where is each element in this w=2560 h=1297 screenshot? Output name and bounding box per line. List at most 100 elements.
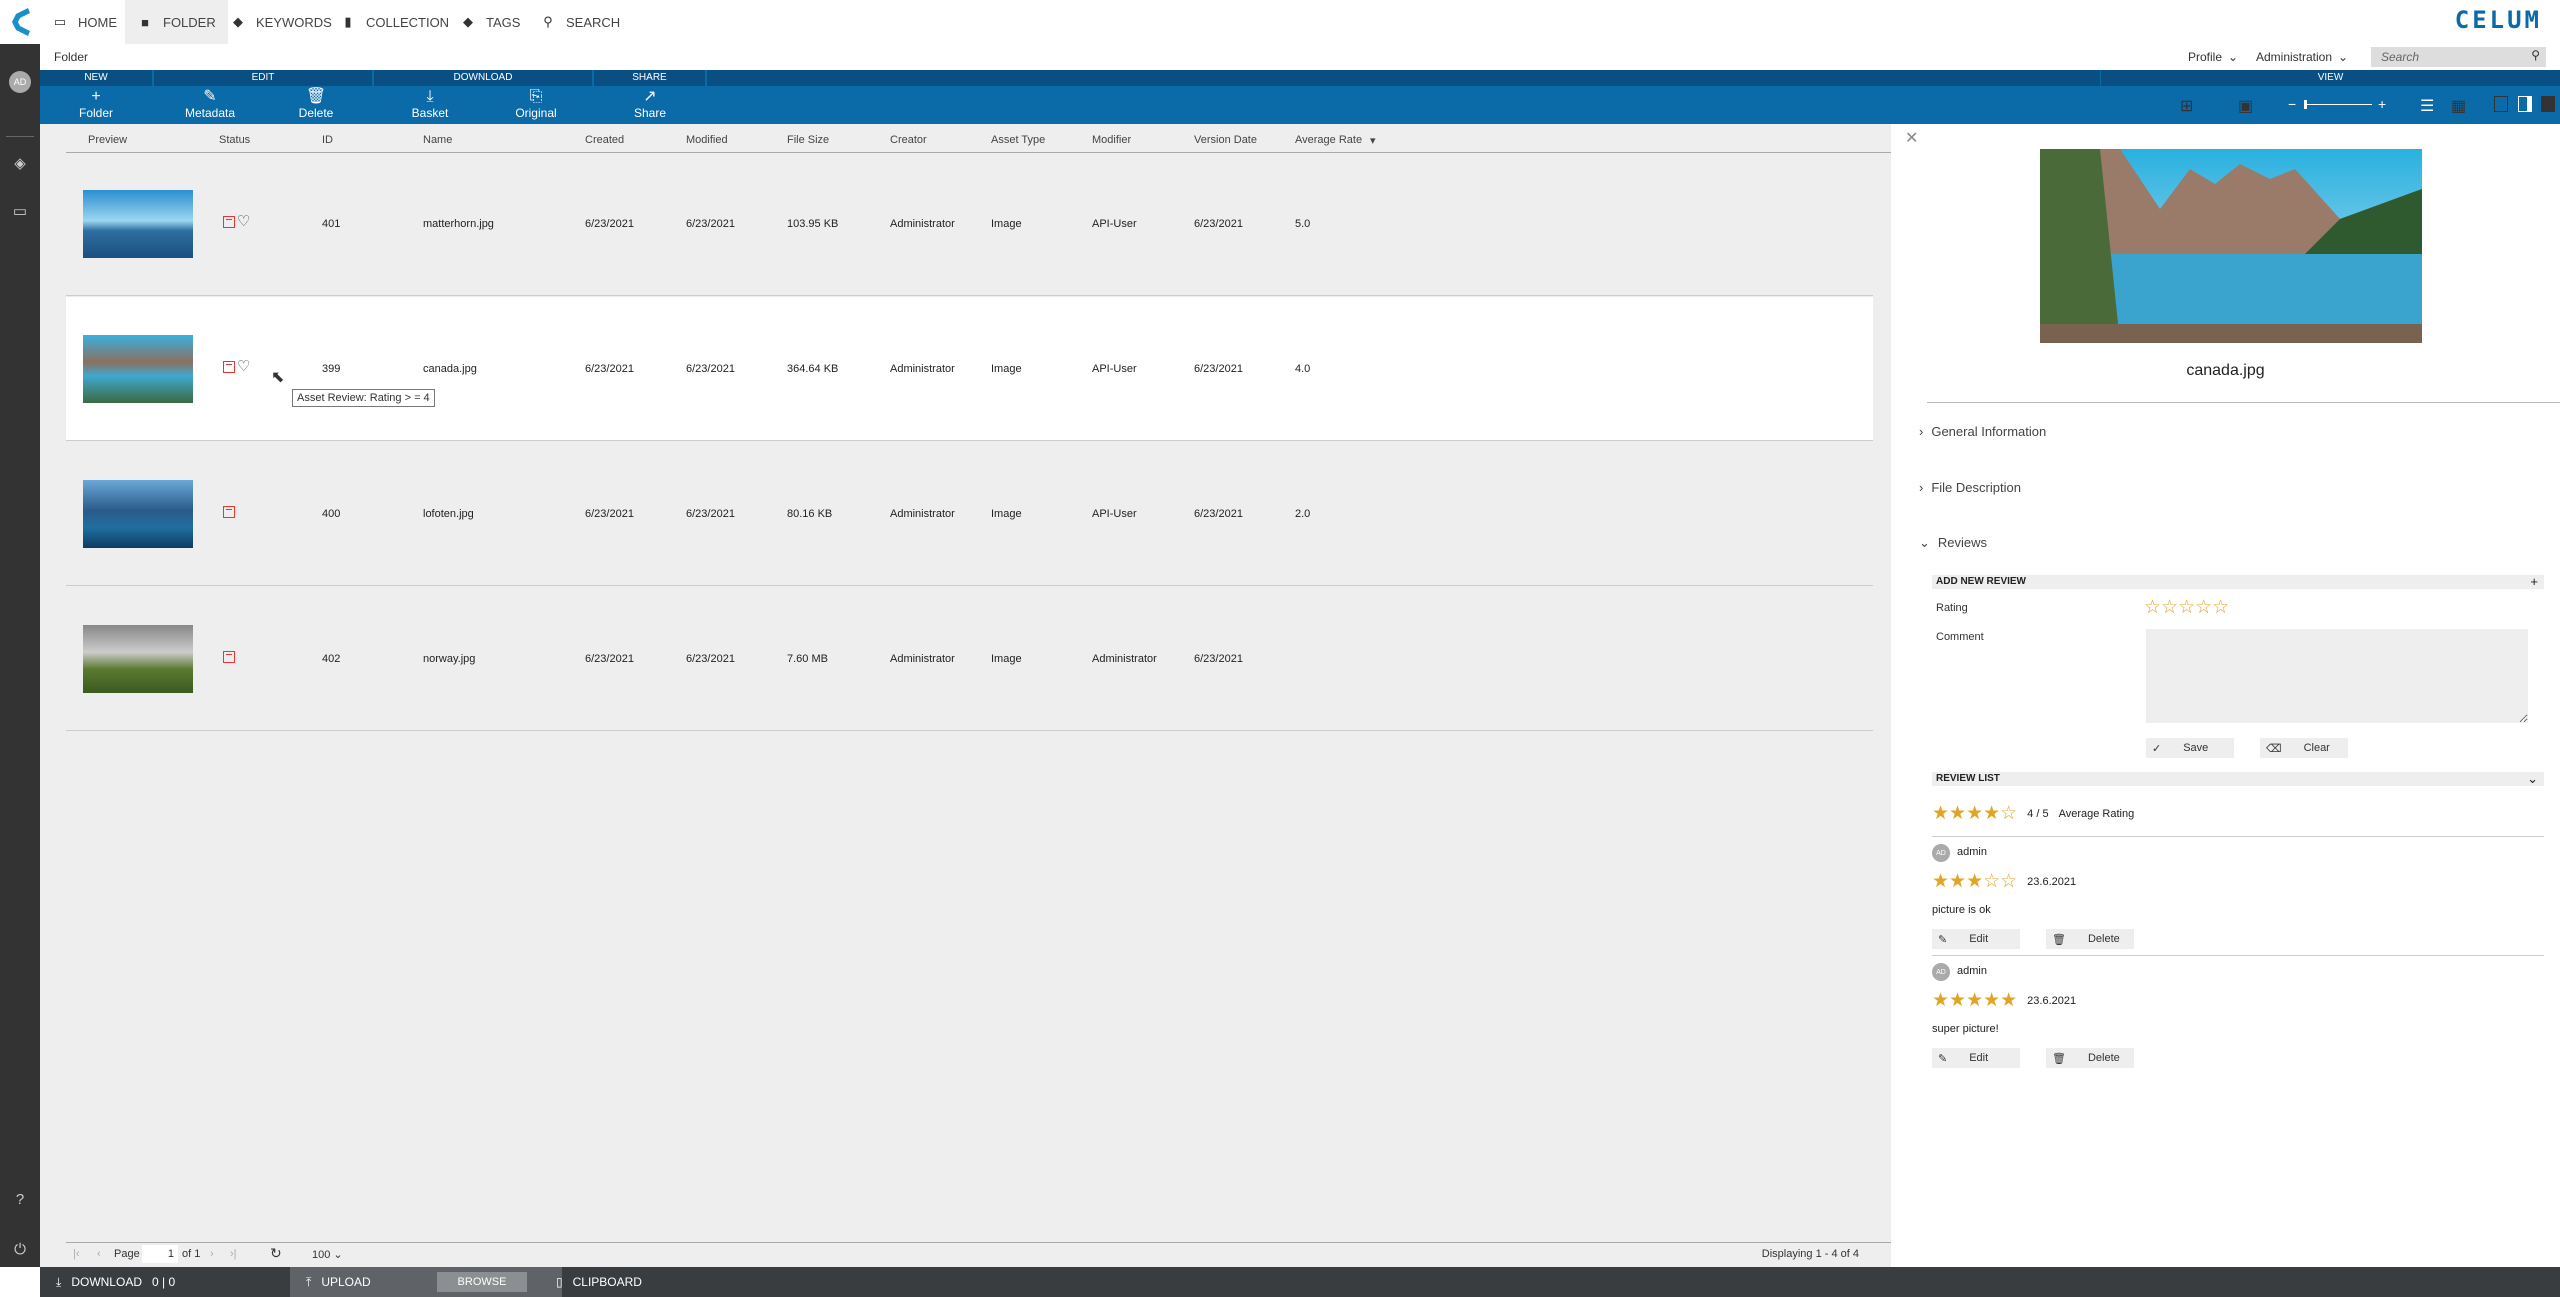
asset-thumbnail[interactable] [83,190,193,258]
folder-preview-icon[interactable]: ▣ [2238,96,2253,116]
cell-modified: 6/23/2021 [686,363,735,375]
cell-modifier: Administrator [1092,653,1157,665]
chat-icon[interactable]: ▭ [0,202,40,220]
trash-icon: 🗑 [2052,933,2066,946]
search-input[interactable]: Search ⚲ [2371,47,2546,67]
save-button[interactable]: ✓ Save [2146,738,2234,758]
nav-home[interactable]: ▭ HOME [40,0,129,44]
column-header[interactable]: Status [219,134,250,146]
cell-modified: 6/23/2021 [686,218,735,230]
column-header[interactable]: File Size [787,134,829,146]
pagination: |‹ ‹ Page 1 of 1 › ›| ↻ 100 ⌄ Displaying… [40,1242,1891,1267]
cell-name: lofoten.jpg [423,508,474,520]
column-header[interactable]: Preview [88,134,127,146]
column-header[interactable]: Created [585,134,624,146]
page-size-select[interactable]: 100 ⌄ [312,1248,343,1261]
asset-thumbnail[interactable] [83,625,193,693]
administration-menu[interactable]: Administration ⌄ [2256,50,2348,64]
heart-icon[interactable]: ♡ [237,212,250,230]
next-page-icon[interactable]: › [210,1248,214,1260]
chevron-down-icon: ⌄ [1919,535,1930,550]
nav-keywords[interactable]: ◆ KEYWORDS [218,0,344,44]
basket-button[interactable]: ⤓ Basket [390,88,470,120]
tree-view-icon[interactable]: ⊞ [2180,96,2193,116]
first-page-icon[interactable]: |‹ [73,1248,80,1260]
profile-menu[interactable]: Profile ⌄ [2188,50,2238,64]
column-header[interactable]: Modified [686,134,728,146]
close-icon[interactable]: ✕ [1905,128,1918,148]
asset-thumbnail[interactable] [83,335,193,403]
table-row[interactable]: ♡ 401 matterhorn.jpg 6/23/2021 6/23/2021 103.… [66,152,1873,296]
nav-search[interactable]: ⚲ SEARCH [528,0,632,44]
table-row[interactable]: 402 norway.jpg 6/23/2021 6/23/2021 7.60 MB Ad… [66,587,1873,731]
chevron-down-icon[interactable]: ⌄ [2527,772,2538,786]
layout-full-icon[interactable] [2541,96,2555,112]
column-header[interactable]: Average Rate [1295,134,1362,146]
grid-view-icon[interactable]: ▦ [2451,96,2466,116]
browse-button[interactable]: BROWSE [437,1272,527,1292]
list-view-icon[interactable]: ☰ [2420,96,2434,116]
cell-id: 402 [322,653,341,665]
share-button[interactable]: ↗ Share [610,88,690,120]
help-icon[interactable]: ? [0,1191,40,1208]
section-file-description[interactable]: › File Description [1919,480,2021,495]
rating-label: Rating [1936,602,1968,614]
column-header[interactable]: Creator [890,134,927,146]
column-header[interactable]: Name [423,134,452,146]
edit-review-button[interactable]: ✎ Edit [1932,929,2020,949]
nav-collection[interactable]: ▮ COLLECTION [328,0,461,44]
column-header[interactable]: Modifier [1092,134,1131,146]
refresh-icon[interactable]: ↻ [270,1245,282,1262]
section-reviews[interactable]: ⌄ Reviews [1919,535,1987,551]
nav-tags[interactable]: ◆ TAGS [448,0,532,44]
review-list-header[interactable]: REVIEW LIST ⌄ [1932,772,2544,786]
cell-rate: 5.0 [1295,218,1311,230]
last-page-icon[interactable]: ›| [230,1248,237,1260]
cell-type: Image [991,508,1022,520]
slider-handle[interactable] [2304,100,2307,109]
column-header[interactable]: ID [322,134,333,146]
clipboard-tray[interactable]: ▯ CLIPBOARD [556,1267,642,1297]
delete-review-button[interactable]: 🗑 Delete [2046,929,2134,949]
clear-button[interactable]: ⌫ Clear [2260,738,2348,758]
page-input[interactable]: 1 [142,1245,178,1263]
edit-review-button[interactable]: ✎ Edit [1932,1048,2020,1068]
new-folder-button[interactable]: + Folder [56,88,136,120]
column-header[interactable]: Asset Type [991,134,1045,146]
rating-input[interactable]: ☆☆☆☆☆ [2144,596,2229,619]
left-sidebar: AD ◈ ▭ ? ⏻ [0,44,40,1267]
cell-rate: 4.0 [1295,363,1311,375]
zoom-slider[interactable] [2304,100,2372,109]
original-button[interactable]: ⎘ Original [496,88,576,120]
cell-id: 400 [322,508,341,520]
layers-icon[interactable]: ◈ [0,154,40,172]
sort-desc-icon[interactable]: ▾ [1370,134,1376,147]
nav-folder[interactable]: ■ FOLDER [125,0,228,44]
celum-logo-icon[interactable] [8,6,34,38]
download-tray[interactable]: ⤓ DOWNLOAD 0 | 0 [56,1267,175,1297]
section-general-information[interactable]: › General Information [1919,424,2046,439]
metadata-button[interactable]: ✎ Metadata [170,88,250,120]
delete-button[interactable]: 🗑 Delete [276,88,356,120]
table-row[interactable]: ♡ 399 canada.jpg 6/23/2021 6/23/2021 364.64 K… [66,297,1873,441]
asset-thumbnail[interactable] [83,480,193,548]
delete-review-button[interactable]: 🗑 Delete [2046,1048,2134,1068]
download-icon: ⤓ [426,88,434,105]
column-header[interactable]: Version Date [1194,134,1257,146]
add-review-header[interactable]: ADD NEW REVIEW + [1932,575,2544,589]
prev-page-icon[interactable]: ‹ [97,1248,101,1260]
table-row[interactable]: 400 lofoten.jpg 6/23/2021 6/23/2021 80.16 KB… [66,442,1873,586]
user-avatar[interactable]: AD [9,71,31,93]
zoom-out-icon[interactable]: − [2288,96,2296,112]
cell-created: 6/23/2021 [585,653,634,665]
layout-single-icon[interactable] [2494,96,2508,112]
power-icon[interactable]: ⏻ [0,1241,40,1258]
layout-panel-icon[interactable] [2518,96,2532,112]
plus-icon[interactable]: + [2530,575,2538,589]
cell-created: 6/23/2021 [585,363,634,375]
comment-textarea[interactable] [2146,629,2528,723]
group-view: VIEW [2317,72,2344,83]
average-rating: ★★★★☆ 4 / 5 Average Rating [1932,803,2135,824]
zoom-in-icon[interactable]: + [2378,96,2386,112]
heart-icon[interactable]: ♡ [237,357,250,375]
